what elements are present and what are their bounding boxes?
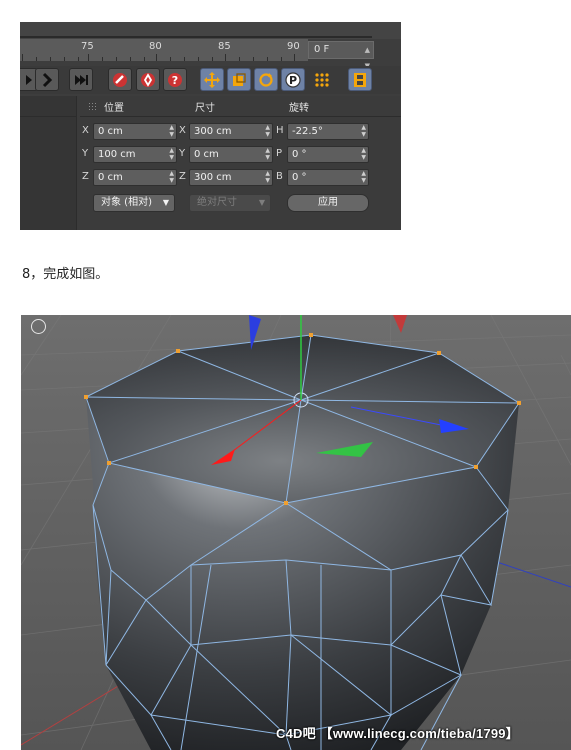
go-to-end-button[interactable] bbox=[69, 68, 93, 91]
scale-tool-button[interactable] bbox=[227, 68, 251, 91]
toolbar: ? P bbox=[20, 66, 401, 94]
autokey-button[interactable] bbox=[136, 68, 160, 91]
rotation-h-field[interactable]: -22.5° ▲ ▼ bbox=[287, 123, 369, 140]
position-header: 位置 bbox=[104, 103, 124, 114]
watermark-text: C4D吧 【www.linecg.com/tieba/1799】 bbox=[276, 726, 519, 741]
size-header: 尺寸 bbox=[195, 103, 215, 114]
record-keys-button[interactable] bbox=[108, 68, 132, 91]
move-icon bbox=[204, 71, 220, 88]
ruler-tick-75: 75 bbox=[81, 41, 94, 52]
position-x-field[interactable]: 0 cm ▲ ▼ bbox=[93, 123, 177, 140]
svg-text:?: ? bbox=[172, 74, 178, 87]
render-view-button[interactable] bbox=[348, 68, 372, 91]
size-y-field[interactable]: 0 cm ▲ ▼ bbox=[189, 146, 273, 163]
rotate-icon bbox=[259, 72, 273, 87]
coordinate-mode-value: 对象 (相对) bbox=[101, 197, 152, 208]
record-keys-icon bbox=[113, 72, 127, 87]
size-axis-label: Y bbox=[179, 148, 186, 159]
size-mode-value: 绝对尺寸 bbox=[197, 197, 237, 208]
coordinates-manager: 位置 尺寸 旋转 X 0 cm ▲ ▼ X 300 cm ▲ ▼ H -22.5° ▲ ▼ … bbox=[20, 96, 401, 230]
size-x-field[interactable]: 300 cm ▲ ▼ bbox=[189, 123, 273, 140]
go-to-end-icon bbox=[75, 74, 88, 85]
rotation-p-field[interactable]: 0 ° ▲ ▼ bbox=[287, 146, 369, 163]
cinema4d-panel-screenshot: 75 80 85 90 0 F ▲▼ ? bbox=[20, 22, 401, 230]
chevron-down-icon: ▼ bbox=[258, 198, 265, 207]
points-mode-button[interactable] bbox=[310, 68, 334, 91]
coordinate-mode-select[interactable]: 对象 (相对) ▼ bbox=[93, 194, 175, 212]
rotation-b-field[interactable]: 0 ° ▲ ▼ bbox=[287, 169, 369, 186]
size-axis-label: X bbox=[179, 125, 186, 136]
scale-icon bbox=[233, 72, 246, 86]
points-grid-icon bbox=[315, 72, 329, 87]
left-panel bbox=[20, 96, 77, 230]
ruler-tick-90: 90 bbox=[287, 41, 300, 52]
ruler-tick-85: 85 bbox=[218, 41, 231, 52]
pos-axis-label: Z bbox=[82, 171, 89, 182]
grip-icon[interactable] bbox=[88, 102, 98, 111]
rot-axis-label: H bbox=[276, 125, 284, 136]
help-key-button[interactable]: ? bbox=[163, 68, 187, 91]
view-circle-icon[interactable] bbox=[31, 319, 46, 334]
param-tool-button[interactable]: P bbox=[281, 68, 305, 91]
top-strip bbox=[20, 22, 401, 39]
pos-axis-label: X bbox=[82, 125, 89, 136]
rotate-tool-button[interactable] bbox=[254, 68, 278, 91]
timeline-ruler[interactable]: 75 80 85 90 bbox=[20, 39, 308, 61]
current-frame-field[interactable]: 0 F ▲▼ bbox=[308, 41, 374, 70]
rotation-header: 旋转 bbox=[289, 103, 309, 114]
coordinates-header: 位置 尺寸 旋转 bbox=[80, 96, 401, 117]
step-caption: 8，完成如图。 bbox=[22, 267, 109, 282]
help-key-icon: ? bbox=[168, 72, 182, 87]
size-z-field[interactable]: 300 cm ▲ ▼ bbox=[189, 169, 273, 186]
pos-axis-label: Y bbox=[82, 148, 89, 159]
size-axis-label: Z bbox=[179, 171, 186, 182]
viewport-scene bbox=[21, 315, 571, 750]
3d-viewport[interactable]: C4D吧 【www.linecg.com/tieba/1799】 bbox=[21, 315, 571, 750]
current-frame-value: 0 F bbox=[314, 44, 330, 55]
position-z-field[interactable]: 0 cm ▲ ▼ bbox=[93, 169, 177, 186]
play-icon bbox=[26, 74, 32, 85]
size-mode-select[interactable]: 绝对尺寸 ▼ bbox=[189, 194, 271, 212]
svg-text:P: P bbox=[289, 74, 297, 87]
loop-button[interactable] bbox=[35, 68, 59, 91]
position-y-field[interactable]: 100 cm ▲ ▼ bbox=[93, 146, 177, 163]
move-tool-button[interactable] bbox=[200, 68, 224, 91]
rot-axis-label: P bbox=[276, 148, 283, 159]
chevron-down-icon: ▼ bbox=[162, 198, 169, 207]
film-icon bbox=[354, 72, 366, 87]
rot-axis-label: B bbox=[276, 171, 283, 182]
go-forward-icon bbox=[42, 72, 53, 87]
apply-button[interactable]: 应用 bbox=[287, 194, 369, 212]
autokey-icon bbox=[141, 72, 155, 87]
param-icon: P bbox=[285, 71, 301, 88]
ruler-tick-80: 80 bbox=[149, 41, 162, 52]
